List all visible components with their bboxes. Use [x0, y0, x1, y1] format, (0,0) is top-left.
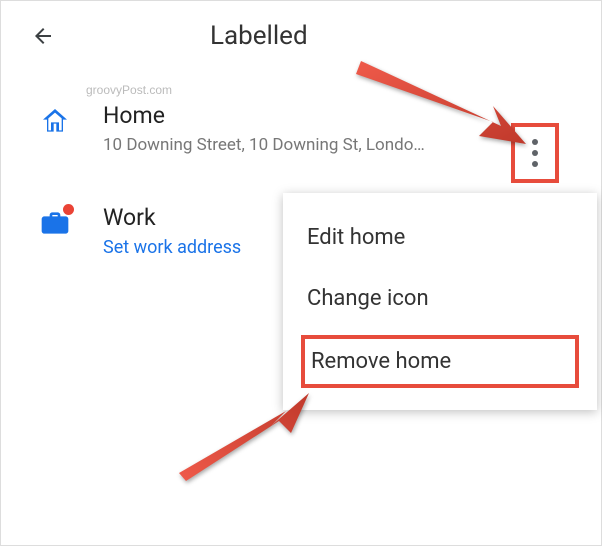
notification-badge-icon: [63, 204, 74, 215]
home-icon: [39, 105, 71, 137]
menu-item-edit-home[interactable]: Edit home: [283, 207, 597, 268]
more-options-button[interactable]: [511, 123, 559, 183]
briefcase-icon: [39, 207, 71, 239]
context-menu: Edit home Change icon Remove home: [283, 193, 597, 410]
item-title: Home: [103, 101, 581, 131]
kebab-icon: [532, 139, 538, 167]
arrow-left-icon: [31, 24, 55, 48]
back-button[interactable]: [31, 24, 55, 48]
menu-item-remove-home[interactable]: Remove home: [301, 335, 579, 388]
item-subtitle: 10 Downing Street, 10 Downing St, Londo…: [103, 135, 443, 155]
page-title: Labelled: [210, 21, 308, 51]
menu-item-change-icon[interactable]: Change icon: [283, 268, 597, 329]
